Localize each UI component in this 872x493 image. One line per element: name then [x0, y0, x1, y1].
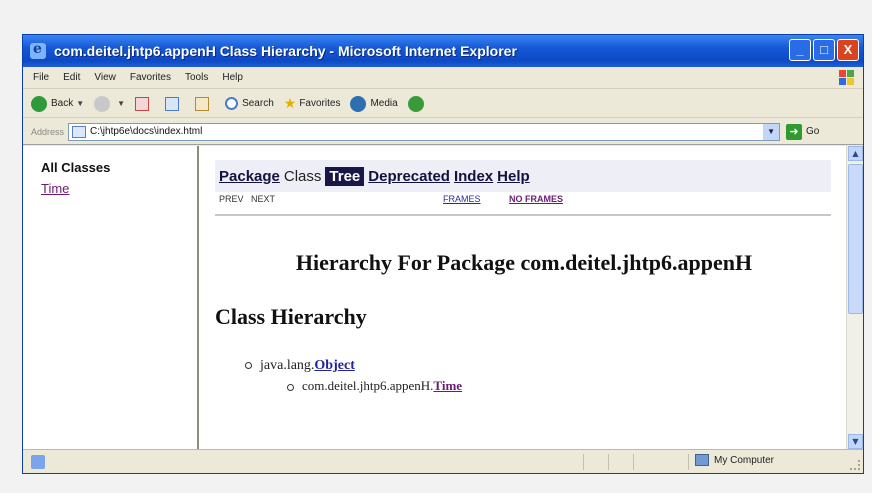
- page-content: All Classes Time Package Class Tree Depr…: [23, 146, 863, 449]
- ie-icon: [30, 41, 46, 59]
- divider: [215, 214, 831, 216]
- security-zone: My Computer: [695, 454, 774, 466]
- status-divider: [608, 454, 609, 470]
- stop-button[interactable]: [135, 96, 155, 111]
- tree-prefix: java.lang.: [260, 358, 315, 373]
- go-label: Go: [806, 126, 820, 137]
- media-button[interactable]: Media: [350, 95, 398, 112]
- go-arrow-icon: ➜: [786, 123, 803, 140]
- menu-file[interactable]: File: [33, 72, 49, 83]
- resize-grip-icon[interactable]: [850, 460, 860, 470]
- computer-icon: [695, 454, 709, 466]
- window-title: com.deitel.jhtp6.appenH Class Hierarchy …: [54, 43, 517, 59]
- address-bar: Address C:\jhtp6e\docs\index.html ▼ ➜ Go: [23, 119, 863, 145]
- circle-bullet-icon: [245, 362, 252, 370]
- next-label: NEXT: [251, 194, 276, 204]
- scroll-down-icon[interactable]: ▼: [848, 434, 863, 449]
- tree-link-time[interactable]: Time: [433, 378, 462, 393]
- nav-class: Class: [283, 167, 322, 185]
- tree-prefix: com.deitel.jhtp6.appenH.: [302, 378, 434, 393]
- section-heading: Class Hierarchy: [215, 304, 367, 329]
- class-list-frame: All Classes Time: [23, 146, 199, 449]
- stop-icon: [135, 96, 150, 111]
- nav-deprecated[interactable]: Deprecated: [368, 168, 450, 185]
- menu-favorites[interactable]: Favorites: [130, 72, 171, 83]
- vertical-scrollbar[interactable]: ▲ ▼: [846, 146, 863, 449]
- title-bar[interactable]: com.deitel.jhtp6.appenH Class Hierarchy …: [23, 35, 863, 67]
- main-frame: Package Class Tree Deprecated Index Help…: [201, 146, 847, 449]
- home-icon: [195, 96, 210, 111]
- refresh-button[interactable]: [165, 96, 185, 111]
- forward-button[interactable]: ▼: [94, 95, 126, 112]
- nav-package[interactable]: Package: [219, 168, 280, 185]
- address-dropdown-icon[interactable]: ▼: [763, 123, 780, 140]
- close-button[interactable]: X: [837, 39, 859, 61]
- circle-bullet-icon: [287, 383, 294, 391]
- browser-window: com.deitel.jhtp6.appenH Class Hierarchy …: [22, 34, 864, 474]
- maximize-button[interactable]: □: [813, 39, 835, 61]
- minimize-button[interactable]: _: [789, 39, 811, 61]
- zone-label: My Computer: [714, 454, 775, 466]
- dropdown-arrow-icon: ▼: [117, 99, 126, 108]
- back-button[interactable]: Back ▼: [31, 95, 85, 112]
- address-input[interactable]: C:\jhtp6e\docs\index.html ▼: [68, 122, 781, 141]
- status-bar: My Computer: [23, 449, 863, 473]
- windows-logo-icon: [839, 70, 855, 86]
- page-status-icon: [31, 454, 45, 469]
- page-title: Hierarchy For Package com.deitel.jhtp6.a…: [295, 250, 753, 275]
- page-icon: [72, 125, 87, 138]
- status-divider: [583, 454, 584, 470]
- search-label: Search: [242, 98, 274, 109]
- history-button[interactable]: [407, 95, 428, 112]
- class-link-time[interactable]: Time: [41, 181, 197, 196]
- all-classes-heading: All Classes: [41, 160, 111, 175]
- nav-help[interactable]: Help: [497, 168, 530, 185]
- search-button[interactable]: Search: [225, 97, 274, 110]
- menu-bar: File Edit View Favorites Tools Help: [23, 67, 863, 89]
- favorites-button[interactable]: ★ Favorites: [284, 95, 341, 112]
- tree-link-object[interactable]: Object: [314, 358, 354, 373]
- home-button[interactable]: [195, 96, 215, 111]
- address-label: Address: [31, 126, 65, 137]
- tree-item-time: com.deitel.jhtp6.appenH.Time: [287, 378, 462, 394]
- status-divider: [688, 454, 689, 470]
- menu-help[interactable]: Help: [222, 72, 243, 83]
- forward-arrow-icon: [94, 95, 111, 112]
- history-icon: [407, 95, 424, 112]
- dropdown-arrow-icon: ▼: [76, 99, 85, 108]
- back-arrow-icon: [31, 95, 47, 112]
- media-icon: [350, 95, 367, 112]
- tree-item-object: java.lang.Object: [245, 358, 355, 374]
- status-divider: [633, 454, 634, 470]
- toolbar: Back ▼ ▼ Search ★ Favorites Media: [23, 90, 863, 118]
- scroll-thumb[interactable]: [848, 164, 863, 314]
- nav-tree: Tree: [325, 166, 365, 186]
- media-label: Media: [370, 98, 398, 109]
- address-url: C:\jhtp6e\docs\index.html: [90, 126, 203, 137]
- favorites-label: Favorites: [299, 98, 341, 109]
- menu-view[interactable]: View: [94, 72, 116, 83]
- scroll-up-icon[interactable]: ▲: [848, 146, 863, 161]
- prev-label: PREV: [219, 194, 244, 204]
- search-icon: [225, 97, 239, 110]
- menu-edit[interactable]: Edit: [63, 72, 80, 83]
- refresh-icon: [165, 96, 180, 111]
- menu-tools[interactable]: Tools: [185, 72, 208, 83]
- no-frames-link[interactable]: NO FRAMES: [509, 194, 563, 204]
- frames-link[interactable]: FRAMES: [443, 194, 481, 204]
- javadoc-navbar: Package Class Tree Deprecated Index Help: [215, 160, 831, 192]
- go-button[interactable]: ➜ Go: [786, 123, 820, 140]
- back-label: Back: [51, 98, 74, 109]
- nav-index[interactable]: Index: [454, 168, 493, 185]
- star-icon: ★: [283, 95, 297, 111]
